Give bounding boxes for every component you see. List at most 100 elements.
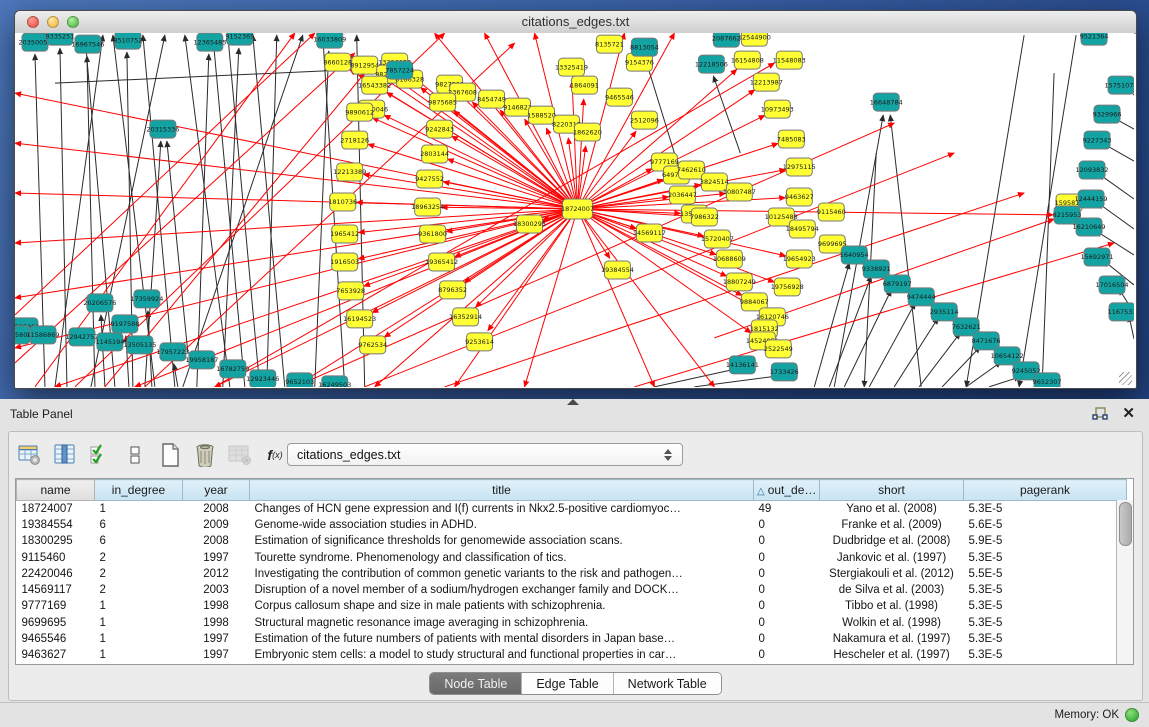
tab-network-table[interactable]: Network Table [614,673,721,694]
network-node[interactable]: 8813054 [630,38,659,56]
table-row[interactable]: 969969511998Structural magnetic resonanc… [17,615,1127,631]
network-node[interactable]: 1916503 [330,253,359,271]
table-selector-dropdown[interactable]: citations_edges.txt [287,443,683,466]
network-node[interactable]: 9197588 [110,315,139,333]
network-node[interactable]: 15751074 [1105,76,1134,94]
network-node[interactable]: 1862620 [573,123,602,141]
network-node[interactable]: 9152369 [225,33,254,45]
network-node[interactable]: 7857224 [385,61,414,79]
network-node[interactable]: 18724007 [561,199,594,219]
network-node[interactable]: 9762534 [358,336,387,354]
column-header-in_degree[interactable]: in_degree [95,480,183,501]
network-node[interactable]: 9652103 [285,373,314,387]
network-node[interactable]: 9253614 [465,333,494,351]
resize-grip-icon[interactable] [1119,372,1132,385]
network-node[interactable]: 9521364 [1080,33,1109,45]
network-node[interactable]: 12942757 [65,328,98,346]
table-row[interactable]: 2242004622012Investigating the contribut… [17,566,1127,582]
network-node[interactable]: 9652307 [1033,373,1062,387]
network-node[interactable]: 19654923 [783,250,816,268]
new-file-icon[interactable] [157,442,183,468]
network-node[interactable]: 9890612 [345,103,374,121]
network-node[interactable]: 17016504 [1096,276,1129,294]
network-node[interactable]: 15692971 [1081,248,1114,266]
network-node[interactable]: 19365412 [425,253,458,271]
column-header-name[interactable]: name [17,480,95,501]
network-node[interactable]: 15720407 [701,230,734,248]
table-row[interactable]: 946362711997Embryonic stem cells: a mode… [17,647,1127,663]
network-node[interactable]: 12365485 [193,33,226,51]
network-view[interactable]: 1872400786601288912954132260589827503818… [15,33,1134,387]
node-table[interactable]: namein_degreeyeartitle△out_de…shortpager… [15,478,1134,665]
network-node[interactable]: 9242843 [425,120,454,138]
network-node[interactable]: 7653928 [336,282,365,300]
table-row[interactable]: 911546021997Tourette syndrome. Phenomeno… [17,549,1127,565]
network-node[interactable]: 11586869 [26,326,59,344]
network-node[interactable]: 13325419 [555,58,588,76]
network-node[interactable]: 16352914 [449,308,482,326]
network-node[interactable]: 2087662 [712,33,741,47]
network-node[interactable]: 9361800 [418,225,447,243]
network-node[interactable]: 1810736 [328,193,357,211]
network-node[interactable]: 9875685 [428,93,457,111]
network-node[interactable]: 16249503 [318,376,351,387]
table-scrollbar[interactable] [1116,500,1133,664]
table-row[interactable]: 1938455462009Genome-wide association stu… [17,517,1127,533]
network-node[interactable]: 16543382 [358,76,391,94]
network-node[interactable]: 18495794 [786,220,819,238]
network-node[interactable]: 1145194 [95,333,124,351]
network-node[interactable]: 1864091 [570,76,599,94]
network-node[interactable]: 2512096 [630,111,659,129]
network-node[interactable]: 11548083 [773,51,806,69]
network-node[interactable]: 2935114 [930,303,959,321]
network-node[interactable]: 2522549 [764,340,793,358]
tab-node-table[interactable]: Node Table [430,673,522,694]
network-node[interactable]: 12213389 [333,163,366,181]
network-node[interactable]: 19958187 [185,351,218,369]
network-node[interactable]: 2718126 [340,131,369,149]
network-node[interactable]: 13505135 [123,336,156,354]
network-node[interactable]: 14136141 [726,356,759,374]
network-node[interactable]: 8135721 [595,35,624,53]
network-node[interactable]: 9329966 [1093,105,1122,123]
table-column-icon[interactable] [52,442,78,468]
network-node[interactable]: 20206576 [83,294,116,312]
network-node[interactable]: 12444159 [1075,190,1108,208]
network-canvas[interactable]: 1872400786601288912954132260589827503818… [15,33,1134,387]
network-node[interactable]: 12923446 [246,370,279,387]
memory-ok-indicator[interactable] [1125,708,1139,722]
network-node[interactable]: 19756928 [771,278,804,296]
network-node[interactable]: 7485083 [777,130,806,148]
network-node[interactable]: 16194523 [343,310,376,328]
network-node[interactable]: 9227343 [1083,131,1112,149]
network-node[interactable]: 6879197 [883,275,912,293]
function-icon[interactable]: f(x) [262,442,288,468]
network-node[interactable]: 9335251 [46,33,75,45]
table-header-row[interactable]: namein_degreeyeartitle△out_de…shortpager… [17,480,1127,501]
column-header-short[interactable]: short [820,480,964,501]
checkmark-list-icon[interactable] [87,442,113,468]
column-header-year[interactable]: year [183,480,250,501]
table-row[interactable]: 1872400712008Changes of HCN gene express… [17,501,1127,517]
network-node[interactable]: 9465546 [605,88,634,106]
network-node[interactable]: 8454749 [477,90,506,108]
network-node[interactable]: 16154808 [731,51,764,69]
column-header-pagerank[interactable]: pagerank [964,480,1127,501]
network-node[interactable]: 7986322 [690,208,719,226]
table-scrollbar-thumb[interactable] [1119,502,1132,546]
network-node[interactable]: 9463627 [785,188,814,206]
network-node[interactable]: 16210649 [1073,218,1106,236]
close-panel-icon[interactable]: ✕ [1122,406,1135,421]
network-node[interactable]: 16648784 [870,93,903,111]
column-header-title[interactable]: title [250,480,754,501]
float-panel-icon[interactable] [1092,407,1108,421]
network-node[interactable]: 1965412 [330,225,359,243]
network-node[interactable]: 10807487 [723,183,756,201]
network-node[interactable]: 18963254 [411,198,444,216]
network-node[interactable]: 14569117 [633,224,666,242]
tab-edge-table[interactable]: Edge Table [522,673,613,694]
column-header-out_de[interactable]: △out_de… [754,480,820,501]
network-node[interactable]: 1167533 [1108,303,1134,321]
network-node[interactable]: 2036447 [668,186,697,204]
network-node[interactable]: 9115460 [817,203,846,221]
